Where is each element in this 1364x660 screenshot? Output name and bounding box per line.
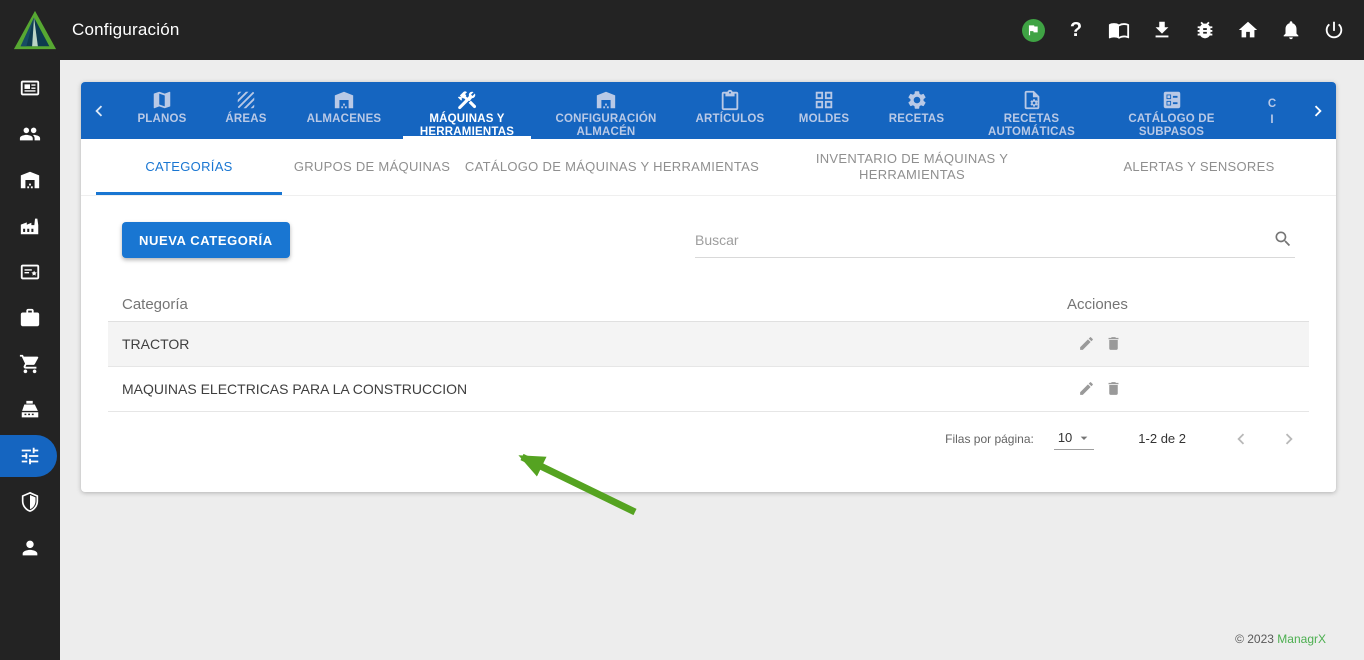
subtab-catalogo-maquinas[interactable]: CATÁLOGO DE MÁQUINAS Y HERRAMIENTAS <box>462 139 762 195</box>
sidebar-item-security[interactable] <box>0 479 60 525</box>
users-icon <box>19 123 41 145</box>
home-icon[interactable] <box>1234 16 1262 44</box>
file-gear-icon <box>1021 89 1043 111</box>
row-actions <box>1067 380 1309 398</box>
pagination: Filas por página: 10 1-2 de 2 <box>81 412 1336 465</box>
power-icon[interactable] <box>1320 16 1348 44</box>
tab-truncated[interactable]: C I <box>1244 82 1300 139</box>
delete-icon[interactable] <box>1105 380 1123 398</box>
tab-articulos[interactable]: ARTÍCULOS <box>681 82 779 139</box>
table-row: TRACTOR <box>108 322 1309 367</box>
toolbar: NUEVA CATEGORÍA <box>122 222 1295 258</box>
module-tabbar: PLANOS ÁREAS ALMACENES MÁQUINAS Y HERRAM… <box>81 82 1336 139</box>
sidebar-item-register[interactable] <box>0 387 60 433</box>
tab-recetas-automaticas[interactable]: RECETAS AUTOMÁTICAS <box>964 82 1099 139</box>
ballot-icon <box>1161 89 1183 111</box>
subtab-categorias[interactable]: CATEGORÍAS <box>96 139 282 195</box>
new-category-button[interactable]: NUEVA CATEGORÍA <box>122 222 290 258</box>
bug-icon[interactable] <box>1191 16 1219 44</box>
content-card: PLANOS ÁREAS ALMACENES MÁQUINAS Y HERRAM… <box>81 82 1336 492</box>
tab-planos[interactable]: PLANOS <box>117 82 207 139</box>
tab-recetas[interactable]: RECETAS <box>869 82 964 139</box>
certificate-icon <box>19 261 41 283</box>
delete-icon[interactable] <box>1105 335 1123 353</box>
rows-per-page-select[interactable]: 10 <box>1053 428 1095 450</box>
footer-copyright: © 2023 ManagrX <box>1235 632 1326 646</box>
globe-circle <box>1021 18 1045 42</box>
sidebar-item-cart[interactable] <box>0 341 60 387</box>
tune-icon <box>19 445 41 467</box>
gear-icon <box>906 89 928 111</box>
column-header-categoria: Categoría <box>122 296 188 313</box>
column-header-acciones: Acciones <box>1067 296 1128 313</box>
download-icon[interactable] <box>1148 16 1176 44</box>
topbar-actions: ? <box>1019 16 1364 44</box>
category-name: MAQUINAS ELECTRICAS PARA LA CONSTRUCCION <box>122 381 468 397</box>
main-area: PLANOS ÁREAS ALMACENES MÁQUINAS Y HERRAM… <box>60 60 1364 660</box>
tab-almacenes[interactable]: ALMACENES <box>285 82 403 139</box>
sidebar-item-users[interactable] <box>0 111 60 157</box>
edit-icon[interactable] <box>1078 380 1096 398</box>
warehouse-icon <box>333 89 355 111</box>
shield-icon <box>19 491 41 513</box>
chevron-down-icon <box>1080 436 1088 440</box>
globe-icon[interactable] <box>1019 16 1047 44</box>
sidebar-item-factory[interactable] <box>0 203 60 249</box>
search-box <box>695 224 1295 258</box>
toolbox-icon <box>19 307 41 329</box>
news-icon <box>19 77 41 99</box>
tab-maquinas-y-herramientas[interactable]: MÁQUINAS Y HERRAMIENTAS <box>403 82 531 139</box>
category-name: TRACTOR <box>122 336 190 352</box>
sidebar-item-configuration[interactable] <box>0 433 60 479</box>
grid-icon <box>813 89 835 111</box>
brand-link[interactable]: ManagrX <box>1277 632 1326 646</box>
sidebar-item-warehouse[interactable] <box>0 157 60 203</box>
categories-table: Categoría Acciones TRACTOR MAQUINAS ELEC… <box>108 288 1309 412</box>
book-icon[interactable] <box>1105 16 1133 44</box>
sidebar-item-toolbox[interactable] <box>0 295 60 341</box>
texture-icon <box>235 89 257 111</box>
subtab-grupos-de-maquinas[interactable]: GRUPOS DE MÁQUINAS <box>282 139 462 195</box>
bell-icon[interactable] <box>1277 16 1305 44</box>
tabs-scroll-right-icon[interactable] <box>1300 82 1336 139</box>
search-icon[interactable] <box>1273 229 1293 249</box>
register-icon <box>19 399 41 421</box>
factory-icon <box>19 215 41 237</box>
rows-per-page-label: Filas por página: <box>945 431 1034 446</box>
previous-page-icon[interactable] <box>1224 422 1258 456</box>
next-page-icon[interactable] <box>1272 422 1306 456</box>
help-icon[interactable]: ? <box>1062 16 1090 44</box>
sidebar-item-news[interactable] <box>0 65 60 111</box>
person-icon <box>19 537 41 559</box>
topbar: Configuración ? <box>0 0 1364 60</box>
search-input[interactable] <box>695 224 1295 258</box>
sidebar <box>0 60 60 660</box>
app-logo-icon <box>13 10 57 50</box>
subtab-inventario-maquinas[interactable]: INVENTARIO DE MÁQUINAS Y HERRAMIENTAS <box>762 139 1062 195</box>
table-header: Categoría Acciones <box>108 288 1309 322</box>
tab-configuracion-almacen[interactable]: CONFIGURACIÓN ALMACÉN <box>531 82 681 139</box>
sidebar-item-certificate[interactable] <box>0 249 60 295</box>
tab-areas[interactable]: ÁREAS <box>207 82 285 139</box>
cart-icon <box>19 353 41 375</box>
warehouse-icon <box>19 169 41 191</box>
subtab-alertas-y-sensores[interactable]: ALERTAS Y SENSORES <box>1062 139 1336 195</box>
row-actions <box>1067 335 1309 353</box>
page-title: Configuración <box>72 20 180 39</box>
tabs-scroll-left-icon[interactable] <box>81 82 117 139</box>
tab-moldes[interactable]: MOLDES <box>779 82 869 139</box>
pagination-range: 1-2 de 2 <box>1138 431 1186 446</box>
clipboard-icon <box>719 89 741 111</box>
tab-catalogo-de-subpasos[interactable]: CATÁLOGO DE SUBPASOS <box>1099 82 1244 139</box>
construction-icon <box>456 89 478 111</box>
subtab-bar: CATEGORÍAS GRUPOS DE MÁQUINAS CATÁLOGO D… <box>81 139 1336 196</box>
edit-icon[interactable] <box>1078 335 1096 353</box>
warehouse-icon <box>595 89 617 111</box>
table-row: MAQUINAS ELECTRICAS PARA LA CONSTRUCCION <box>108 367 1309 412</box>
sidebar-item-profile[interactable] <box>0 525 60 571</box>
map-icon <box>151 89 173 111</box>
